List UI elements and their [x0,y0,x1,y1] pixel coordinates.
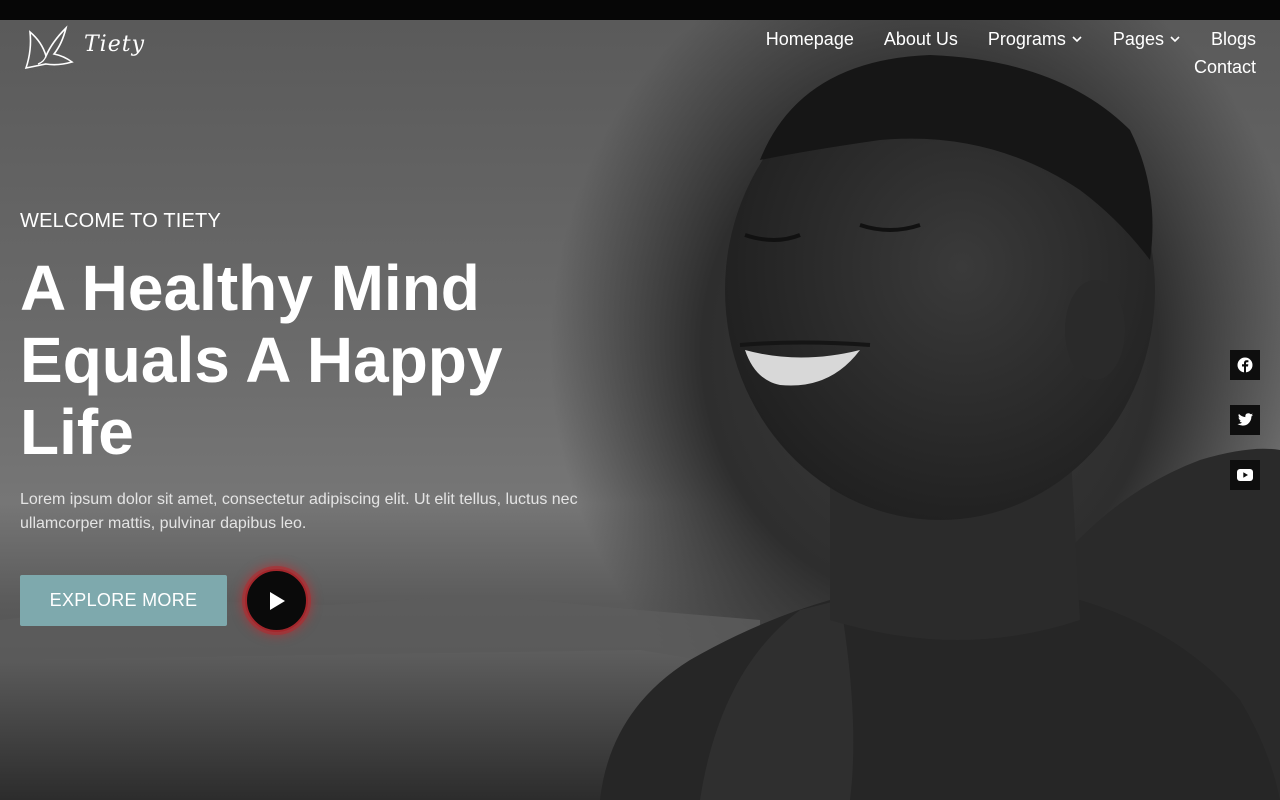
nav-item-label: Contact [1193,57,1256,77]
top-bar [0,0,1280,20]
nav-item-label: Homepage [765,29,854,49]
hero-section: Tiety Homepage About Us Programs Pages B… [0,20,1280,800]
twitter-link[interactable] [1230,405,1260,435]
play-icon [269,591,285,610]
nav-item-pages[interactable]: Pages [1113,28,1181,50]
hero-headline-line: Equals A Happy [20,324,503,396]
main-navigation: Homepage About Us Programs Pages Blogs C… [696,28,1256,78]
site-logo[interactable]: Tiety [22,20,144,75]
play-video-button[interactable] [245,569,308,632]
youtube-link[interactable] [1230,460,1260,490]
chevron-down-icon [1072,36,1082,43]
nav-item-blogs[interactable]: Blogs [1211,28,1256,50]
facebook-link[interactable] [1230,350,1260,380]
hero-headline-line: Life [20,396,134,468]
nav-item-label: Programs [987,29,1066,49]
nav-item-about-us[interactable]: About Us [884,28,958,50]
youtube-icon [1237,469,1253,481]
nav-item-label: Blogs [1210,29,1256,49]
logo-wordmark: Tiety [84,32,145,57]
nav-item-contact[interactable]: Contact [1194,56,1256,78]
explore-more-button[interactable]: EXPLORE MORE [20,575,227,626]
hero-eyebrow: WELCOME TO TIETY [20,210,222,232]
nav-item-homepage[interactable]: Homepage [766,28,854,50]
chevron-down-icon [1170,36,1180,43]
facebook-icon [1237,357,1253,373]
nav-item-label: About Us [883,29,958,49]
hero-headline: A Healthy Mind Equals A Happy Life [20,252,580,468]
hero-headline-line: A Healthy Mind [20,252,480,324]
twitter-icon [1237,413,1253,426]
dove-logo-icon [24,25,74,70]
nav-item-programs[interactable]: Programs [988,28,1083,50]
nav-item-label: Pages [1112,29,1164,49]
hero-description: Lorem ipsum dolor sit amet, consectetur … [20,491,578,532]
